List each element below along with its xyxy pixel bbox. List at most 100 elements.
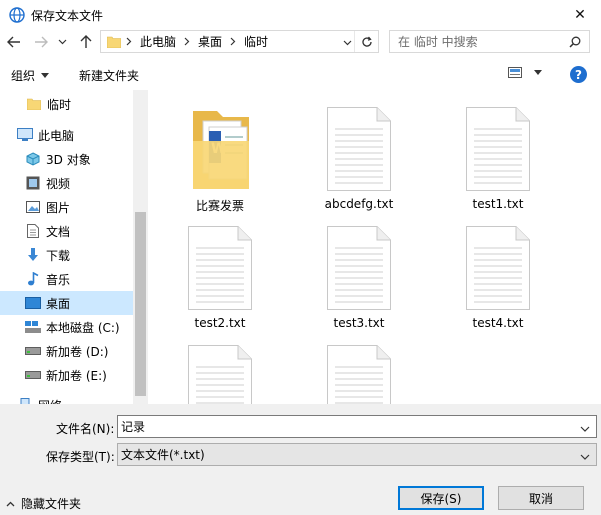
recent-locations-button[interactable] — [55, 32, 69, 52]
chevron-down-icon — [343, 40, 352, 46]
hide-folders-label: 隐藏文件夹 — [21, 497, 82, 511]
file-item[interactable]: test3.txt — [304, 215, 414, 330]
file-item[interactable]: test2.txt — [165, 215, 275, 330]
refresh-button[interactable] — [354, 31, 378, 52]
breadcrumb-separator[interactable] — [121, 36, 137, 48]
help-button[interactable]: ? — [570, 66, 587, 83]
filename-dropdown-button[interactable] — [580, 421, 590, 435]
filename-value: 记录 — [121, 420, 146, 434]
refresh-icon — [361, 36, 372, 47]
nav-item-pictures[interactable]: 图片 — [0, 195, 133, 219]
folder-icon — [107, 36, 121, 48]
nav-item-network[interactable]: 网络 — [0, 393, 133, 404]
cancel-button[interactable]: 取消 — [498, 486, 584, 510]
breadcrumb-desktop[interactable]: 桌面 — [195, 33, 225, 50]
file-name: test2.txt — [194, 316, 246, 330]
drive-icon — [25, 343, 41, 359]
breadcrumb-this-pc[interactable]: 此电脑 — [137, 33, 179, 50]
new-folder-button[interactable]: 新建文件夹 — [79, 67, 139, 84]
nav-item-drive-e[interactable]: 新加卷 (E:) — [0, 363, 133, 387]
arrow-left-icon — [7, 36, 20, 48]
nav-scrollbar[interactable] — [133, 90, 148, 404]
nav-item-label: 网络 — [38, 397, 62, 405]
file-name: test4.txt — [472, 316, 524, 330]
new-folder-label: 新建文件夹 — [79, 69, 140, 83]
nav-scrollbar-thumb[interactable] — [135, 212, 146, 396]
nav-item-label: 本地磁盘 (C:) — [46, 320, 120, 335]
title-bar: 保存文本文件 ✕ — [0, 0, 601, 30]
filetype-dropdown-button[interactable] — [580, 449, 590, 463]
address-bar[interactable]: 此电脑 桌面 临时 — [100, 30, 379, 53]
chevron-down-icon — [58, 39, 66, 45]
change-view-button[interactable] — [508, 67, 542, 78]
nav-item-this-pc[interactable]: 此电脑 — [0, 123, 133, 147]
file-item[interactable] — [165, 334, 275, 404]
folder-icon: W — [193, 111, 249, 189]
cube-icon — [25, 151, 41, 167]
filename-field[interactable]: 记录 — [117, 415, 597, 438]
filetype-select[interactable]: 文本文件(*.txt) — [117, 443, 597, 466]
globe-icon — [9, 7, 25, 23]
view-icon — [508, 67, 522, 78]
file-item[interactable] — [304, 334, 414, 404]
filename-label: 文件名(N): — [56, 422, 115, 436]
close-icon: ✕ — [574, 7, 586, 23]
filetype-label: 保存类型(T): — [46, 450, 115, 464]
breadcrumb-separator[interactable] — [179, 36, 195, 48]
network-icon — [17, 397, 33, 404]
nav-item-label: 音乐 — [46, 272, 71, 287]
back-button[interactable] — [4, 32, 24, 52]
file-item-folder[interactable]: W 比赛发票 — [165, 96, 275, 214]
text-file-icon — [327, 107, 391, 191]
close-button[interactable]: ✕ — [569, 4, 591, 26]
arrow-up-icon — [80, 35, 92, 48]
nav-item-label: 下载 — [46, 248, 71, 263]
organize-button[interactable]: 组织 — [11, 67, 50, 84]
triangle-down-icon — [534, 70, 542, 75]
nav-item-3d-objects[interactable]: 3D 对象 — [0, 147, 133, 171]
window-title: 保存文本文件 — [31, 8, 104, 23]
video-icon — [25, 175, 41, 191]
hide-folders-toggle[interactable]: 隐藏文件夹 — [6, 495, 81, 512]
music-icon — [25, 271, 41, 287]
nav-item-documents[interactable]: 文档 — [0, 219, 133, 243]
drive-c-icon — [25, 319, 41, 335]
file-item[interactable]: test1.txt — [443, 96, 553, 211]
file-name: test1.txt — [472, 197, 524, 211]
breadcrumb-temp[interactable]: 临时 — [241, 33, 271, 50]
chevron-right-icon — [184, 37, 190, 46]
nav-item-music[interactable]: 音乐 — [0, 267, 133, 291]
address-dropdown-button[interactable] — [343, 35, 352, 49]
nav-item-label: 新加卷 (E:) — [46, 368, 107, 383]
breadcrumb-separator[interactable] — [225, 36, 241, 48]
chevron-up-icon — [6, 501, 15, 506]
nav-item-label: 此电脑 — [38, 128, 75, 143]
save-button[interactable]: 保存(S) — [398, 486, 484, 510]
nav-item-drive-d[interactable]: 新加卷 (D:) — [0, 339, 133, 363]
nav-item-videos[interactable]: 视频 — [0, 171, 133, 195]
nav-item-temp[interactable]: 临时 — [0, 92, 133, 116]
file-item[interactable]: test4.txt — [443, 215, 553, 330]
nav-item-label: 临时 — [47, 97, 72, 112]
text-file-icon — [466, 107, 530, 191]
chevron-down-icon — [580, 454, 590, 460]
forward-button[interactable] — [31, 32, 51, 52]
search-input[interactable] — [398, 34, 568, 49]
up-button[interactable] — [76, 32, 96, 52]
computer-icon — [17, 127, 33, 143]
text-file-icon — [327, 345, 391, 404]
file-name: test3.txt — [333, 316, 385, 330]
folder-icon — [26, 96, 42, 112]
organize-label: 组织 — [11, 69, 36, 83]
nav-item-drive-c[interactable]: 本地磁盘 (C:) — [0, 315, 133, 339]
search-box[interactable] — [389, 30, 590, 53]
nav-item-desktop[interactable]: 桌面 — [0, 291, 133, 315]
pictures-icon — [25, 199, 41, 215]
chevron-down-icon — [580, 426, 590, 432]
navigation-pane: 临时 此电脑 3D 对象 视频 图片 文档 下载 音乐 桌面 本地磁盘 (C:)… — [0, 90, 133, 404]
nav-item-downloads[interactable]: 下载 — [0, 243, 133, 267]
arrow-right-icon — [35, 36, 48, 48]
text-file-icon — [466, 226, 530, 310]
file-item[interactable]: abcdefg.txt — [304, 96, 414, 211]
nav-item-label: 视频 — [46, 176, 71, 191]
